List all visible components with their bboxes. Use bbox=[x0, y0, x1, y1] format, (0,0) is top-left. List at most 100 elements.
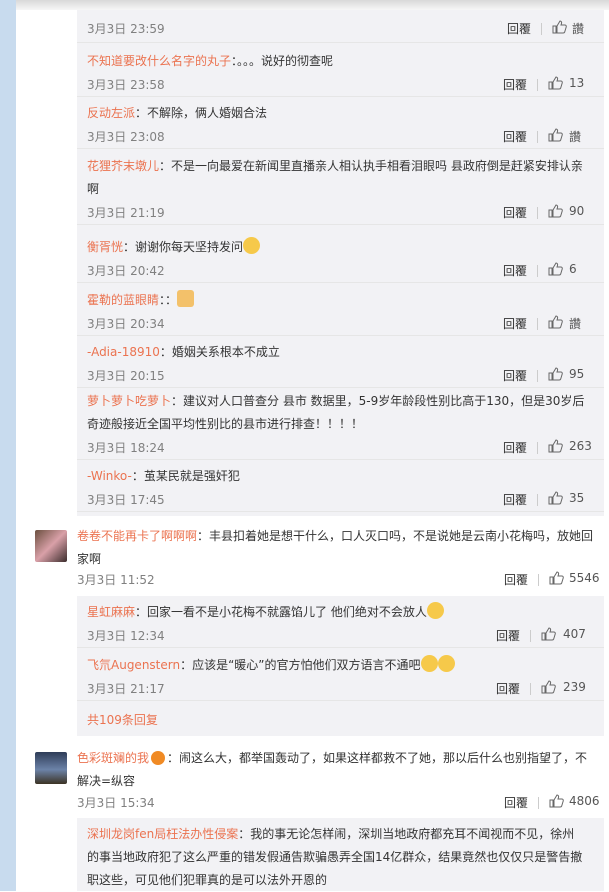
thumbs-up-icon[interactable] bbox=[549, 571, 564, 585]
thumbs-up-icon[interactable] bbox=[548, 76, 563, 93]
username-link[interactable]: -Adia-18910 bbox=[87, 345, 160, 359]
like-count: 263 bbox=[569, 439, 592, 453]
more-replies-link[interactable]: 共109条回复 bbox=[87, 711, 158, 728]
like-count: 407 bbox=[563, 627, 586, 641]
row-divider bbox=[77, 148, 604, 149]
row-divider bbox=[77, 282, 604, 283]
like-count: 6 bbox=[569, 262, 577, 276]
reply-button[interactable]: 回覆 bbox=[504, 794, 528, 811]
timestamp: 3月3日 21:19 bbox=[87, 206, 165, 220]
thumbs-up-icon[interactable] bbox=[548, 262, 563, 279]
scream-emoji-icon bbox=[437, 655, 455, 672]
username-link[interactable]: 霍勒的蓝眼睛 bbox=[87, 293, 159, 307]
reply-button[interactable]: 回覆 bbox=[507, 20, 531, 37]
username-link[interactable]: 色彩斑斓的我 bbox=[77, 751, 149, 765]
row-divider bbox=[77, 700, 604, 701]
like-count: 4806 bbox=[569, 794, 600, 808]
row-divider bbox=[77, 335, 604, 336]
reply-button[interactable]: 回覆 bbox=[504, 571, 528, 588]
comment-text: 的事当地政府犯了这么严重的错发假通告欺骗愚弄全国14亿群众，结果竟然也仅仅只是警… bbox=[87, 850, 583, 864]
thumbs-up-icon[interactable] bbox=[548, 367, 563, 384]
reply-button[interactable]: 回覆 bbox=[503, 439, 527, 456]
divider bbox=[537, 79, 538, 91]
divider bbox=[541, 23, 542, 35]
timestamp: 3月3日 15:34 bbox=[77, 796, 155, 810]
thumbs-up-icon[interactable] bbox=[548, 491, 563, 508]
comment-text: ：不解除，俩人婚姻合法 bbox=[135, 106, 268, 120]
reply-button[interactable]: 回覆 bbox=[503, 76, 527, 93]
reply-button[interactable]: 回覆 bbox=[503, 315, 527, 332]
divider bbox=[530, 683, 531, 695]
username-link[interactable]: 不知道要改什么名字的丸子 bbox=[87, 54, 231, 68]
like-count: 5546 bbox=[569, 571, 600, 585]
divider bbox=[538, 797, 539, 809]
thumbs-up-icon[interactable] bbox=[541, 627, 556, 644]
sub-reply: -Winko-：茧某民就是强奸犯 bbox=[87, 465, 599, 488]
crying-emoji-icon bbox=[426, 602, 444, 619]
timestamp: 3月3日 18:24 bbox=[87, 441, 165, 455]
comment-text: ：： bbox=[159, 293, 178, 307]
comment-text: ：不是一向最爱在新闻里直播亲人相认执手相看泪眼吗 县政府倒是赶紧安排认亲 bbox=[159, 159, 583, 173]
username-link[interactable]: 飞氘Augenstern bbox=[87, 658, 180, 672]
reply-button[interactable]: 回覆 bbox=[496, 680, 520, 697]
divider bbox=[538, 574, 539, 586]
timestamp: 3月3日 23:08 bbox=[87, 130, 165, 144]
thumbs-up-icon[interactable] bbox=[548, 204, 563, 221]
left-sidebar-strip bbox=[0, 0, 16, 891]
row-divider bbox=[77, 511, 604, 512]
timestamp: 3月3日 21:17 bbox=[87, 682, 165, 696]
timestamp: 3月3日 11:52 bbox=[77, 573, 155, 587]
reply-button[interactable]: 回覆 bbox=[503, 262, 527, 279]
divider bbox=[537, 207, 538, 219]
timestamp: 3月3日 23:59 bbox=[87, 22, 165, 36]
thumbs-up-icon[interactable] bbox=[549, 794, 564, 808]
divider bbox=[537, 370, 538, 382]
avatar[interactable] bbox=[35, 752, 67, 784]
sub-reply: 深圳龙岗fen局枉法办性侵案：我的事无论怎样闹，深圳当地政府都充耳不闻视而不见，… bbox=[87, 823, 597, 892]
timestamp: 3月3日 20:34 bbox=[87, 317, 165, 331]
thumbs-up-icon[interactable] bbox=[548, 439, 563, 456]
thumbs-up-icon[interactable] bbox=[548, 315, 563, 332]
row-divider bbox=[77, 224, 604, 225]
thumbs-up-icon[interactable] bbox=[548, 128, 563, 145]
username-link[interactable]: 反动左派 bbox=[87, 106, 135, 120]
comment-text: 家啊 bbox=[77, 552, 102, 566]
timestamp: 3月3日 20:15 bbox=[87, 369, 165, 383]
timestamp: 3月3日 12:34 bbox=[87, 629, 165, 643]
sub-reply: 霍勒的蓝眼睛：： bbox=[87, 289, 599, 312]
thumbs-up-icon[interactable] bbox=[541, 680, 556, 697]
comment-text: ：回家一看不是小花梅不就露馅儿了 他们绝对不会放人 bbox=[135, 605, 427, 619]
sub-reply: 飞氘Augenstern：应该是“暖心”的官方怕他们双方语言不通吧 bbox=[87, 654, 599, 677]
like-count: 239 bbox=[563, 680, 586, 694]
row-divider bbox=[77, 387, 604, 388]
username-link[interactable]: 卷卷不能再卡了啊啊啊 bbox=[77, 529, 197, 543]
username-link[interactable]: -Winko- bbox=[87, 469, 132, 483]
username-link[interactable]: 萝卜萝卜吃萝卜 bbox=[87, 394, 171, 408]
timestamp: 3月3日 20:42 bbox=[87, 264, 165, 278]
like-count: 90 bbox=[569, 204, 585, 218]
comment-main: 卷卷不能再卡了啊啊啊：丰县扣着她是想干什么，口人灭口吗，不是说她是云南小花梅吗，… bbox=[77, 525, 604, 571]
divider bbox=[537, 494, 538, 506]
username-link[interactable]: 花狸芥末墩儿 bbox=[87, 159, 159, 173]
sub-reply: 反动左派：不解除，俩人婚姻合法 bbox=[87, 102, 599, 125]
thumbs-up-emoji-icon bbox=[177, 290, 195, 307]
username-link[interactable]: 星虹麻麻 bbox=[87, 605, 135, 619]
sub-reply: 不知道要改什么名字的丸子：。。。说好的彻查呢 bbox=[87, 50, 599, 73]
comment-text: 解决=纵容 bbox=[77, 774, 136, 788]
thumbs-up-icon[interactable] bbox=[552, 20, 567, 37]
comment-text: ：应该是“暖心”的官方怕他们双方语言不通吧 bbox=[180, 658, 421, 672]
reply-button[interactable]: 回覆 bbox=[503, 491, 527, 508]
top-scroll-shadow bbox=[16, 0, 609, 10]
comment-text: ：闹这么大，都举国轰动了，如果这样都救不了她，那以后什么也别指望了，不 bbox=[167, 751, 588, 765]
username-link[interactable]: 衡胥恍 bbox=[87, 240, 123, 254]
timestamp: 3月3日 17:45 bbox=[87, 493, 165, 507]
comment-main: 色彩斑斓的我 ：闹这么大，都举国轰动了，如果这样都救不了她，那以后什么也别指望了，… bbox=[77, 747, 604, 793]
reply-button[interactable]: 回覆 bbox=[503, 128, 527, 145]
fire-emoji-icon bbox=[151, 751, 166, 765]
like-count: 讚 bbox=[569, 317, 582, 331]
reply-button[interactable]: 回覆 bbox=[496, 627, 520, 644]
reply-button[interactable]: 回覆 bbox=[503, 204, 527, 221]
avatar[interactable] bbox=[35, 530, 67, 562]
reply-button[interactable]: 回覆 bbox=[503, 367, 527, 384]
username-link[interactable]: 深圳龙岗fen局枉法办性侵案 bbox=[87, 827, 238, 841]
